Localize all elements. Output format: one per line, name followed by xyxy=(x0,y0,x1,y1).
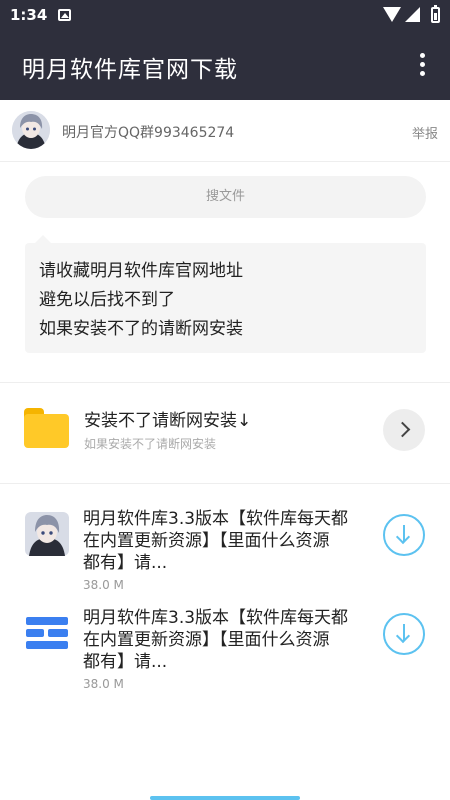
app-bar: 明月软件库官网下载 xyxy=(0,32,450,100)
download-icon[interactable] xyxy=(383,514,425,556)
avatar[interactable] xyxy=(12,111,50,149)
list-item[interactable]: 明月软件库3.3版本【软件库每天都 在内置更新资源】【里面什么资源 都有】请..… xyxy=(0,508,450,604)
file-size: 38.0 M xyxy=(83,578,124,592)
download-icon[interactable] xyxy=(383,613,425,655)
chevron-right-icon[interactable] xyxy=(383,409,425,451)
list-item[interactable]: 明月软件库3.3版本【软件库每天都 在内置更新资源】【里面什么资源 都有】请..… xyxy=(0,607,450,703)
status-time: 1:34 xyxy=(10,6,48,24)
folder-row[interactable]: 安装不了请断网安装↓ 如果安装不了请断网安装 xyxy=(0,392,450,472)
notice-bubble: 请收藏明月软件库官网地址 避免以后找不到了 如果安装不了的请断网安装 xyxy=(25,235,426,353)
file-title: 明月软件库3.3版本【软件库每天都 在内置更新资源】【里面什么资源 都有】请..… xyxy=(83,608,349,672)
divider xyxy=(0,382,450,383)
signal-icon xyxy=(405,7,420,22)
page-title: 明月软件库官网下载 xyxy=(22,57,238,83)
notice-line: 如果安装不了的请断网安装 xyxy=(39,319,243,339)
battery-icon xyxy=(431,5,440,23)
bottom-indicator xyxy=(150,796,300,800)
wifi-icon xyxy=(383,7,401,22)
image-icon xyxy=(58,9,71,21)
divider xyxy=(0,483,450,484)
file-title: 明月软件库3.3版本【软件库每天都 在内置更新资源】【里面什么资源 都有】请..… xyxy=(83,509,349,573)
anime-avatar-icon xyxy=(25,512,69,556)
more-vert-icon[interactable] xyxy=(412,52,432,80)
notice-line: 避免以后找不到了 xyxy=(39,290,175,310)
blue-app-icon xyxy=(25,611,69,655)
file-size: 38.0 M xyxy=(83,677,124,691)
folder-subtitle: 如果安装不了请断网安装 xyxy=(84,437,217,451)
report-link[interactable]: 举报 xyxy=(412,123,438,142)
author-row: 明月官方QQ群993465274 举报 xyxy=(0,100,450,162)
author-name[interactable]: 明月官方QQ群993465274 xyxy=(62,122,234,142)
status-bar: 1:34 xyxy=(0,0,450,32)
search-input[interactable]: 搜文件 xyxy=(25,176,426,218)
notice-line: 请收藏明月软件库官网地址 xyxy=(39,261,243,281)
folder-title: 安装不了请断网安装↓ xyxy=(84,411,252,431)
folder-icon xyxy=(24,408,69,448)
